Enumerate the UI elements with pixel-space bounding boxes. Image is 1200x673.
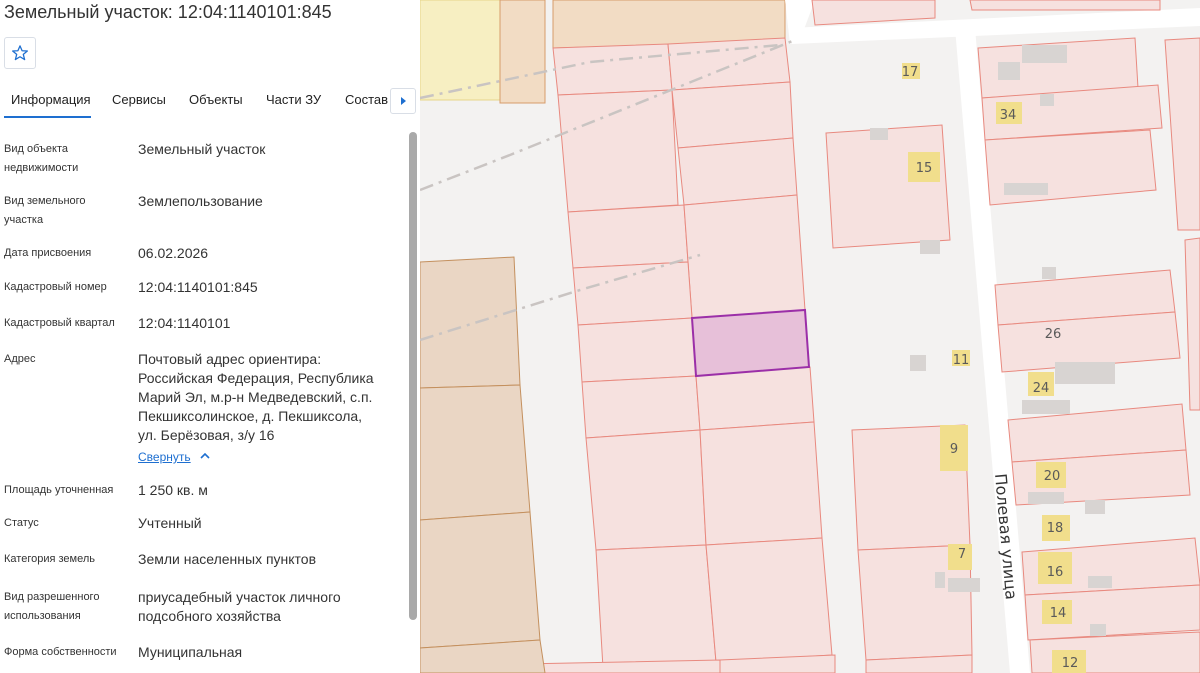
tab-composition[interactable]: Состав — [345, 92, 388, 107]
house-number: 24 — [1033, 381, 1050, 396]
field-label: Вид земельного — [4, 195, 86, 207]
field-label: Кадастровый квартал — [4, 317, 115, 329]
field-label: участка — [4, 214, 44, 226]
house-number: 20 — [1044, 469, 1061, 484]
tab-bar: Информация Сервисы Объекты Части ЗУ Сост… — [0, 82, 420, 118]
permitted-use-value: приусадебный участок личного подсобного х… — [138, 589, 341, 624]
chevron-right-icon — [401, 97, 406, 105]
tabs-scroll-right-button[interactable] — [390, 88, 416, 114]
house-number: 9 — [950, 442, 958, 457]
active-tab-indicator — [4, 116, 91, 118]
address-line: Марий Эл, м.р-н Медведевский, с.п. — [138, 389, 373, 405]
address-line: ул. Берёзовая, з/у 16 — [138, 427, 275, 443]
house-number: 11 — [953, 353, 970, 368]
house-number: 15 — [916, 161, 933, 176]
tab-services[interactable]: Сервисы — [112, 92, 166, 107]
area-value: 1 250 кв. м — [138, 482, 208, 498]
field-label: Площадь уточненная — [4, 484, 114, 496]
field-label: Вид объекта — [4, 143, 68, 155]
status-value: Учтенный — [138, 515, 202, 531]
field-label: Категория земель — [4, 553, 95, 565]
page-title: Земельный участок: 12:04:1140101:845 — [4, 2, 332, 22]
field-label: Кадастровый номер — [4, 281, 107, 293]
field-label: Адрес — [4, 353, 36, 365]
star-icon — [12, 45, 28, 61]
house-number: 26 — [1045, 327, 1062, 342]
chevron-up-icon — [199, 452, 210, 459]
tab-parts[interactable]: Части ЗУ — [266, 92, 321, 107]
scrollbar[interactable] — [409, 132, 417, 620]
field-label: Вид разрешенного — [4, 591, 100, 603]
address-value: Почтовый адрес ориентира: Российская Фед… — [138, 350, 400, 467]
field-label: Форма собственности — [4, 646, 117, 658]
parcel-type-value: Землепользование — [138, 193, 263, 209]
date-value: 06.02.2026 — [138, 245, 209, 261]
ownership-value: Муниципальная — [138, 644, 243, 660]
house-number: 14 — [1050, 606, 1067, 621]
address-line: Почтовый адрес ориентира: — [138, 351, 322, 367]
collapse-link[interactable]: Свернуть — [138, 447, 400, 467]
cadastral-quarter-value: 12:04:1140101 — [138, 315, 231, 331]
field-label: использования — [4, 610, 81, 622]
cadastral-number-value: 12:04:1140101:845 — [138, 279, 258, 295]
selected-parcel — [690, 308, 811, 378]
house-number: 17 — [902, 65, 919, 80]
field-label: Дата присвоения — [4, 247, 92, 259]
tab-info[interactable]: Информация — [11, 92, 91, 107]
field-label: Статус — [4, 517, 39, 529]
favorite-button[interactable] — [4, 37, 36, 69]
house-number: 7 — [958, 547, 966, 562]
category-value: Земли населенных пунктов — [138, 551, 317, 567]
house-number: 12 — [1062, 656, 1079, 671]
address-line: Российская Федерация, Республика — [138, 370, 374, 386]
info-panel: Земельный участок: 12:04:1140101:845 Инф… — [0, 0, 420, 673]
tab-objects[interactable]: Объекты — [189, 92, 243, 107]
field-label: недвижимости — [4, 162, 79, 174]
house-number: 18 — [1047, 521, 1064, 536]
address-line: Пекшиксолинское, д. Пекшиксола, — [138, 408, 363, 424]
house-number: 34 — [1000, 108, 1017, 123]
object-type-value: Земельный участок — [138, 141, 266, 157]
house-number: 16 — [1047, 565, 1064, 580]
